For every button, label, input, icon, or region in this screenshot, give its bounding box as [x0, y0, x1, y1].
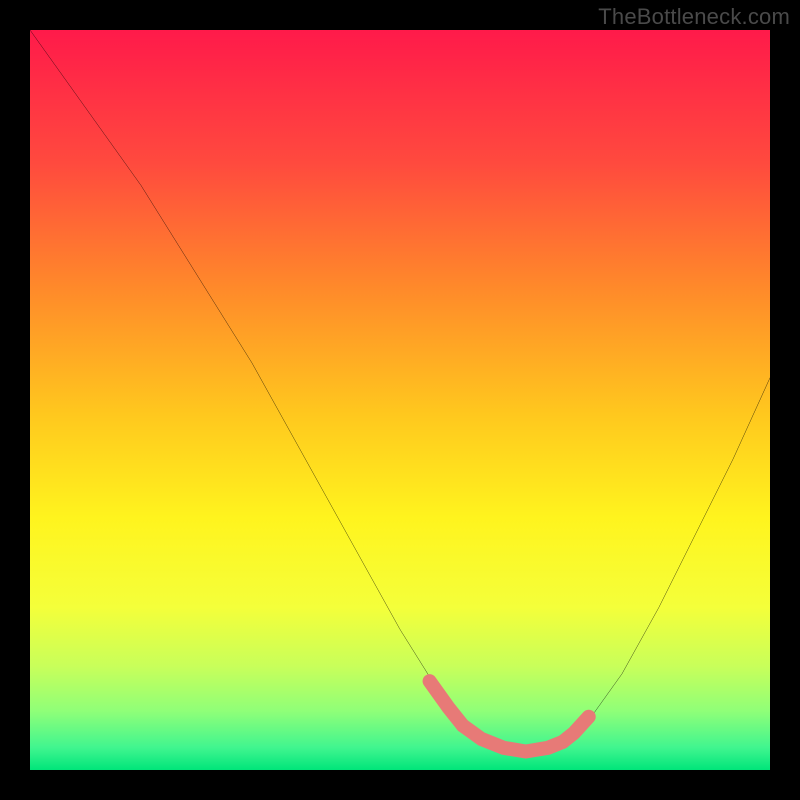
watermark-text: TheBottleneck.com: [598, 4, 790, 30]
highlight-right-kink: [563, 717, 589, 742]
chart-frame: TheBottleneck.com: [0, 0, 800, 800]
highlight-segments: [430, 681, 589, 751]
highlight-flat-bottom: [463, 726, 563, 752]
highlight-left-kink: [430, 681, 463, 725]
curve-layer: [30, 30, 770, 770]
bottleneck-curve: [30, 30, 770, 755]
plot-area: [30, 30, 770, 770]
